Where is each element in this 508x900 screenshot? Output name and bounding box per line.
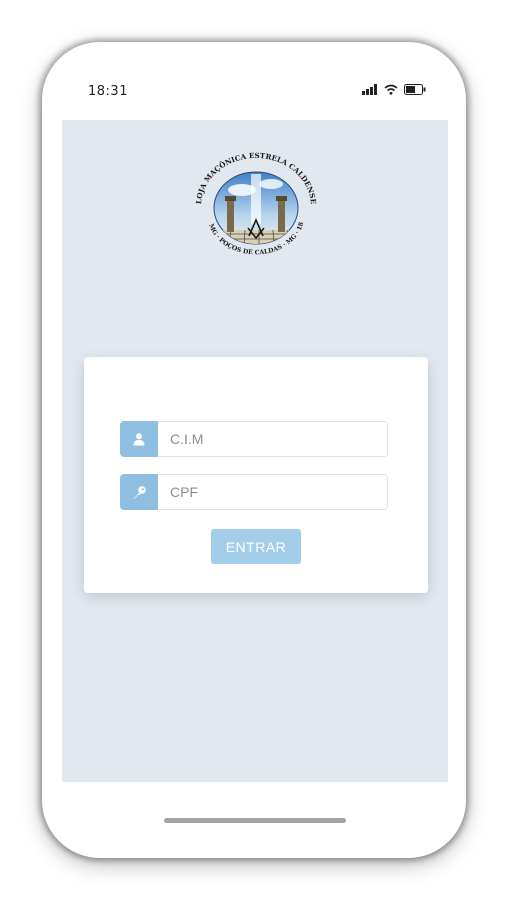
wifi-icon <box>384 84 398 95</box>
user-icon <box>133 433 145 446</box>
cim-field-group <box>120 421 388 457</box>
status-icons <box>362 84 426 95</box>
cim-input[interactable] <box>158 421 388 457</box>
phone-frame: 18:31 LOJA MAÇÔNICA ESTRELA CALDENSE MG … <box>42 42 466 858</box>
enter-button[interactable]: ENTRAR <box>211 529 301 564</box>
cim-addon <box>120 421 158 457</box>
login-card: ENTRAR <box>84 357 428 593</box>
battery-icon <box>404 84 426 95</box>
key-icon <box>133 485 146 498</box>
lodge-logo: LOJA MAÇÔNICA ESTRELA CALDENSE GOMG · PO… <box>187 150 318 256</box>
cpf-addon <box>120 474 158 510</box>
signal-icon <box>362 84 377 95</box>
cpf-field-group <box>120 474 388 510</box>
cpf-input[interactable] <box>158 474 388 510</box>
app-screen: LOJA MAÇÔNICA ESTRELA CALDENSE GOMG · PO… <box>62 120 448 782</box>
status-time: 18:31 <box>88 84 128 99</box>
home-indicator[interactable] <box>164 818 346 823</box>
